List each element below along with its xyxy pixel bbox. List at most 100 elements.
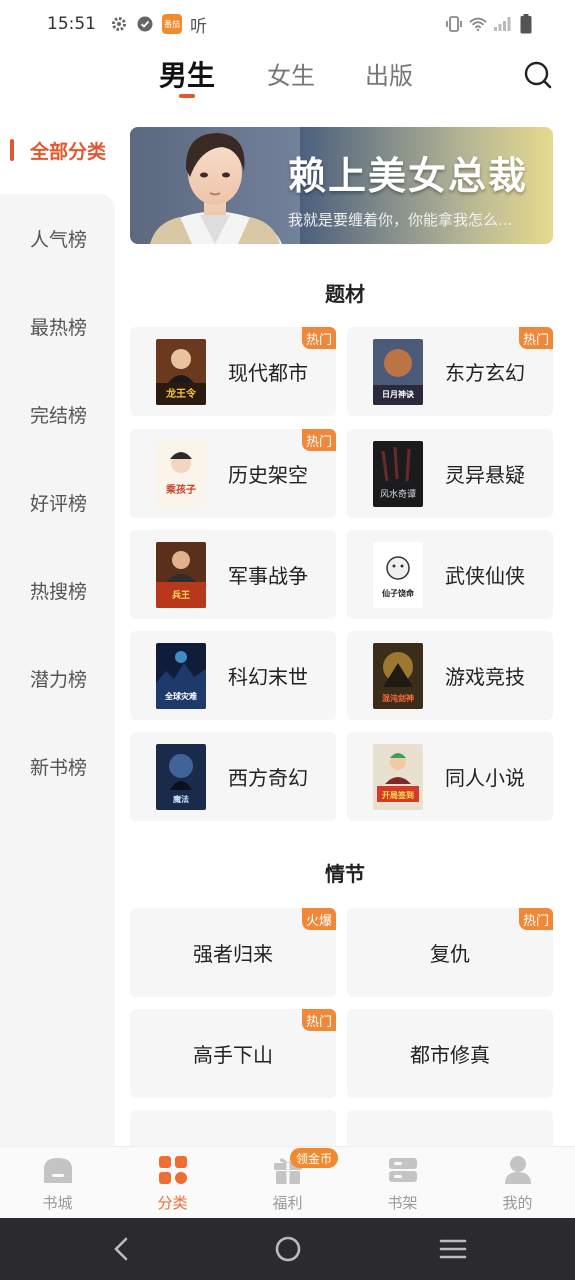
status-icons-left: 番茄 听 <box>110 12 207 37</box>
category-card-scifi[interactable]: 全球灾难 科幻末世 <box>130 631 336 720</box>
book-cover-image: 兵王 <box>156 542 206 608</box>
nav-label: 福利 <box>272 1194 303 1212</box>
sidebar-item-label: 人气榜 <box>30 228 88 251</box>
nav-bookshelf[interactable]: 书架 <box>345 1147 460 1219</box>
bookshelf-icon <box>387 1155 419 1185</box>
sidebar-item-label: 好评榜 <box>30 492 88 515</box>
signal-icon <box>493 15 511 33</box>
category-card-fanfiction[interactable]: 开局签到 同人小说 <box>347 732 553 821</box>
plot-card-master-descends[interactable]: 高手下山 热门 <box>130 1009 336 1098</box>
section-title-theme: 题材 <box>325 282 365 306</box>
category-card-label: 灵异悬疑 <box>445 463 525 487</box>
menu-icon[interactable] <box>438 1234 468 1264</box>
book-cover-image: 全球灾难 <box>156 643 206 709</box>
svg-text:日月神诀: 日月神诀 <box>382 389 414 399</box>
category-card-urban[interactable]: 龙王令 现代都市 热门 <box>130 327 336 416</box>
svg-text:龙王令: 龙王令 <box>165 387 197 400</box>
plot-card-partial[interactable] <box>130 1110 336 1146</box>
category-card-label: 同人小说 <box>445 766 525 790</box>
category-card-gaming[interactable]: 混沌剑神 游戏竞技 <box>347 631 553 720</box>
book-cover-image: 魔法 <box>156 744 206 810</box>
wifi-icon <box>469 15 487 33</box>
plot-card-urban-cultivation[interactable]: 都市修真 <box>347 1009 553 1098</box>
active-tab-indicator <box>179 94 195 98</box>
status-bar: 15:51 番茄 听 <box>0 0 575 48</box>
hot-badge: 热门 <box>519 327 553 349</box>
category-card-western-fantasy[interactable]: 魔法 西方奇幻 <box>130 732 336 821</box>
nav-category[interactable]: 分类 <box>115 1147 230 1219</box>
plot-card-return-of-strong[interactable]: 强者归来 火爆 <box>130 908 336 997</box>
home-circle-icon[interactable] <box>273 1234 303 1264</box>
sidebar-item-label: 新书榜 <box>30 756 88 779</box>
system-navigation-bar <box>0 1218 575 1280</box>
tab-publish[interactable]: 出版 <box>365 56 413 91</box>
bottom-navigation: 书城 分类 福利 书架 我的 <box>0 1146 575 1218</box>
tab-female[interactable]: 女生 <box>267 56 315 91</box>
svg-text:仙子饶命: 仙子饶命 <box>382 588 415 598</box>
coin-reward-badge[interactable]: 领金币 <box>290 1148 338 1168</box>
category-card-label: 历史架空 <box>228 463 308 487</box>
banner-subtitle: 我就是要缠着你，你能拿我怎么... <box>288 211 513 229</box>
svg-text:兵王: 兵王 <box>172 589 190 601</box>
plot-card-label: 都市修真 <box>410 1043 490 1067</box>
promo-banner[interactable]: 赖上美女总裁 我就是要缠着你，你能拿我怎么... <box>130 127 553 244</box>
category-card-eastern-fantasy[interactable]: 日月神诀 东方玄幻 热门 <box>347 327 553 416</box>
book-cover-image: 乘孩子 <box>156 441 206 507</box>
section-title-plot: 情节 <box>325 862 365 886</box>
book-cover-image: 仙子饶命 <box>373 542 423 608</box>
banner-character-image <box>130 127 300 244</box>
top-tab-bar: 男生 女生 出版 <box>0 48 575 106</box>
category-card-label: 西方奇幻 <box>228 766 308 790</box>
home-icon <box>42 1155 74 1185</box>
nav-bookstore[interactable]: 书城 <box>0 1147 115 1219</box>
status-icons-right <box>445 14 535 34</box>
category-card-wuxia[interactable]: 仙子饶命 武侠仙侠 <box>347 530 553 619</box>
trending-badge: 火爆 <box>302 908 336 930</box>
sidebar-item-label: 热搜榜 <box>30 580 88 603</box>
svg-text:开局签到: 开局签到 <box>382 790 414 800</box>
battery-icon <box>517 14 535 34</box>
listen-label: 听 <box>190 16 207 37</box>
sidebar-item-popular[interactable]: 人气榜 <box>0 194 115 282</box>
category-card-label: 武侠仙侠 <box>445 564 525 588</box>
sidebar-item-label: 最热榜 <box>30 316 88 339</box>
category-card-label: 东方玄幻 <box>445 361 525 385</box>
sidebar-item-hottest[interactable]: 最热榜 <box>0 282 115 370</box>
sidebar-item-potential[interactable]: 潜力榜 <box>0 634 115 722</box>
sidebar-item-rated[interactable]: 好评榜 <box>0 458 115 546</box>
category-card-label: 科幻末世 <box>228 665 308 689</box>
category-card-supernatural[interactable]: 风水奇谭 灵异悬疑 <box>347 429 553 518</box>
book-cover-image: 混沌剑神 <box>373 643 423 709</box>
svg-text:乘孩子: 乘孩子 <box>165 483 196 496</box>
check-circle-icon <box>136 15 154 33</box>
search-icon[interactable] <box>523 60 553 90</box>
category-icon <box>157 1155 189 1185</box>
sidebar-item-label: 潜力榜 <box>30 668 88 691</box>
category-card-history[interactable]: 乘孩子 历史架空 热门 <box>130 429 336 518</box>
nav-label: 书架 <box>387 1194 418 1212</box>
profile-icon <box>502 1155 534 1185</box>
sidebar-item-all[interactable]: 全部分类 <box>0 106 115 194</box>
book-cover-image: 日月神诀 <box>373 339 423 405</box>
sidebar-item-new[interactable]: 新书榜 <box>0 722 115 810</box>
nav-profile[interactable]: 我的 <box>460 1147 575 1219</box>
banner-title: 赖上美女总裁 <box>288 154 529 198</box>
plot-card-revenge[interactable]: 复仇 热门 <box>347 908 553 997</box>
plot-card-partial[interactable] <box>347 1110 553 1146</box>
sidebar-item-label: 全部分类 <box>30 140 107 163</box>
svg-text:混沌剑神: 混沌剑神 <box>382 693 414 703</box>
category-card-label: 军事战争 <box>228 564 308 588</box>
tab-male[interactable]: 男生 <box>159 54 215 94</box>
category-card-military[interactable]: 兵王 军事战争 <box>130 530 336 619</box>
sidebar-item-searched[interactable]: 热搜榜 <box>0 546 115 634</box>
svg-text:全球灾难: 全球灾难 <box>164 691 197 701</box>
settings-icon <box>110 15 128 33</box>
category-card-label: 现代都市 <box>228 361 308 385</box>
app-badge-icon: 番茄 <box>162 14 182 34</box>
back-icon[interactable] <box>107 1234 137 1264</box>
hot-badge: 热门 <box>302 429 336 451</box>
sidebar-item-label: 完结榜 <box>30 404 88 427</box>
hot-badge: 热门 <box>519 908 553 930</box>
sidebar-item-completed[interactable]: 完结榜 <box>0 370 115 458</box>
book-cover-image: 龙王令 <box>156 339 206 405</box>
